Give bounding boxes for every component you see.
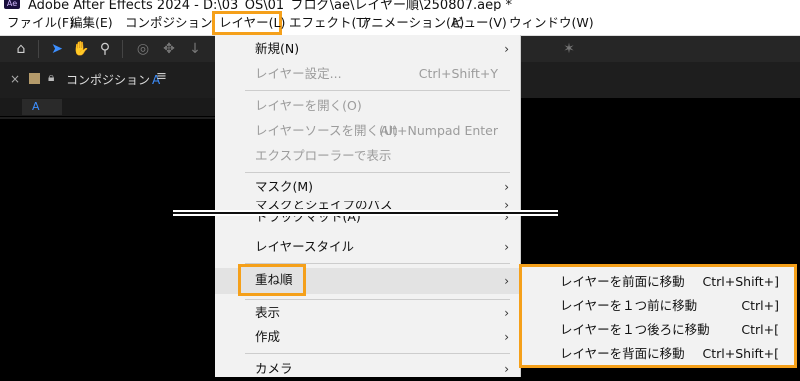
menu-item-shortcut: Alt+Numpad Enter — [380, 123, 498, 138]
submenu-item-send-to-back[interactable]: レイヤーを背面に移動 Ctrl+Shift+[ — [522, 342, 794, 366]
menu-file[interactable]: ファイル(F) — [7, 11, 74, 35]
puppet-icon[interactable]: ✶ — [560, 40, 578, 58]
menu-item-mask[interactable]: マスク(M) › — [215, 175, 520, 199]
chevron-right-icon: › — [504, 330, 509, 344]
menu-animation[interactable]: アニメーション(A) — [359, 11, 464, 35]
submenu-item-label: レイヤーを１つ前に移動 — [560, 298, 698, 313]
menu-item-label: 新規(N) — [255, 41, 300, 56]
submenu-item-label: レイヤーを１つ後ろに移動 — [560, 322, 710, 337]
window-title: Adobe After Effects 2024 - D:\03_OS\01_ブ… — [28, 0, 512, 11]
chevron-right-icon: › — [504, 306, 509, 320]
comp-subtab[interactable]: A — [22, 99, 62, 115]
menu-item-label: マスク(M) — [255, 179, 314, 194]
title-bar: Ae Adobe After Effects 2024 - D:\03_OS\0… — [0, 0, 800, 11]
chevron-right-icon: › — [504, 240, 509, 254]
submenu-item-label: レイヤーを前面に移動 — [560, 274, 685, 289]
menu-item-mask-shape-path[interactable]: マスクとシェイプのパス › — [215, 201, 520, 209]
menu-item-shortcut: Ctrl+Shift+Y — [418, 66, 498, 81]
menu-divider — [245, 299, 510, 300]
menu-item-reveal[interactable]: 表示 › — [215, 301, 520, 325]
menu-item-label: 重ね順 — [238, 264, 306, 296]
submenu-item-shortcut: Ctrl+[ — [741, 322, 779, 337]
menu-item-label: 表示 — [255, 305, 281, 320]
submenu-item-bring-forward[interactable]: レイヤーを１つ前に移動 Ctrl+] — [522, 294, 794, 318]
composition-subtabs: A — [0, 98, 215, 116]
menu-item-label: マスクとシェイプのパス — [255, 201, 393, 209]
menu-item-label: レイヤー設定... — [255, 66, 342, 81]
chevron-right-icon: › — [504, 180, 509, 194]
menu-divider — [245, 353, 510, 354]
menu-item-reveal-in-explorer[interactable]: エクスプローラーで表示 — [215, 144, 520, 168]
menu-edit[interactable]: 編集(E) — [70, 11, 113, 35]
menu-item-new[interactable]: 新規(N) › — [215, 37, 520, 61]
submenu-item-bring-to-front[interactable]: レイヤーを前面に移動 Ctrl+Shift+] — [522, 270, 794, 294]
menu-item-create[interactable]: 作成 › — [215, 325, 520, 349]
menu-divider — [245, 90, 510, 91]
lock-icon[interactable]: 🔒︎ — [48, 70, 54, 85]
composition-panel-header: × 🔒︎ コンポジション A ≡ — [0, 62, 215, 98]
tab-composition[interactable]: コンポジション A — [66, 71, 160, 88]
menu-item-label: カメラ — [255, 361, 293, 376]
chevron-right-icon: › — [504, 362, 509, 376]
zoom-icon[interactable]: ⚲ — [96, 40, 114, 58]
dolly-icon[interactable]: ↓ — [186, 40, 204, 58]
close-icon[interactable]: × — [10, 72, 20, 86]
panel-menu-icon[interactable]: ≡ — [156, 69, 167, 84]
menu-window[interactable]: ウィンドウ(W) — [509, 11, 594, 35]
menu-view[interactable]: ビュー(V) — [451, 11, 507, 35]
menu-item-label: エクスプローラーで表示 — [255, 148, 392, 163]
chevron-right-icon: › — [504, 274, 509, 288]
toolbar-separator — [122, 40, 123, 58]
menu-item-arrange[interactable]: 重ね順 › — [215, 264, 520, 296]
hand-icon[interactable]: ✋ — [72, 40, 90, 58]
submenu-item-shortcut: Ctrl+Shift+[ — [702, 346, 779, 361]
divider — [0, 117, 215, 119]
home-icon[interactable]: ⌂ — [12, 40, 30, 58]
tab-composition-label: コンポジション — [66, 73, 151, 87]
menu-item-camera[interactable]: カメラ › — [215, 357, 520, 381]
menu-item-label: レイヤーを開く(O) — [255, 98, 362, 113]
pan-icon[interactable]: ✥ — [160, 40, 178, 58]
submenu-item-shortcut: Ctrl+Shift+] — [702, 274, 779, 289]
submenu-item-send-backward[interactable]: レイヤーを１つ後ろに移動 Ctrl+[ — [522, 318, 794, 342]
layer-dropdown-menu: 新規(N) › レイヤー設定... Ctrl+Shift+Y レイヤーを開く(O… — [215, 35, 521, 377]
orbit-icon[interactable]: ◎ — [134, 40, 152, 58]
submenu-item-label: レイヤーを背面に移動 — [560, 346, 685, 361]
menu-item-label: レイヤーソースを開く(U) — [255, 123, 398, 138]
arrange-submenu: レイヤーを前面に移動 Ctrl+Shift+] レイヤーを１つ前に移動 Ctrl… — [519, 264, 797, 368]
menu-item-open-layer-source[interactable]: レイヤーソースを開く(U) Alt+Numpad Enter — [215, 119, 520, 143]
selection-arrow-icon[interactable]: ➤ — [48, 40, 66, 58]
menu-effect[interactable]: エフェクト(T) — [289, 11, 369, 35]
menu-item-open-layer[interactable]: レイヤーを開く(O) — [215, 94, 520, 118]
menu-layer[interactable]: レイヤー(L) — [212, 11, 285, 35]
cut-line — [173, 214, 558, 216]
menu-item-layer-settings[interactable]: レイヤー設定... Ctrl+Shift+Y — [215, 62, 520, 86]
menu-item-layer-styles[interactable]: レイヤースタイル › — [215, 235, 520, 259]
chevron-right-icon: › — [504, 42, 509, 56]
after-effects-logo-icon: Ae — [4, 0, 20, 9]
right-panel-header — [520, 62, 800, 98]
menu-item-label: レイヤースタイル — [255, 239, 355, 254]
menu-divider — [245, 172, 510, 173]
comp-color-label — [29, 73, 40, 84]
menu-item-label: 作成 — [255, 329, 281, 344]
menu-bar: ファイル(F) 編集(E) コンポジション(C) レイヤー(L) エフェクト(T… — [0, 11, 800, 36]
submenu-item-shortcut: Ctrl+] — [741, 298, 779, 313]
toolbar-separator — [38, 40, 39, 58]
chevron-right-icon: › — [504, 201, 509, 209]
